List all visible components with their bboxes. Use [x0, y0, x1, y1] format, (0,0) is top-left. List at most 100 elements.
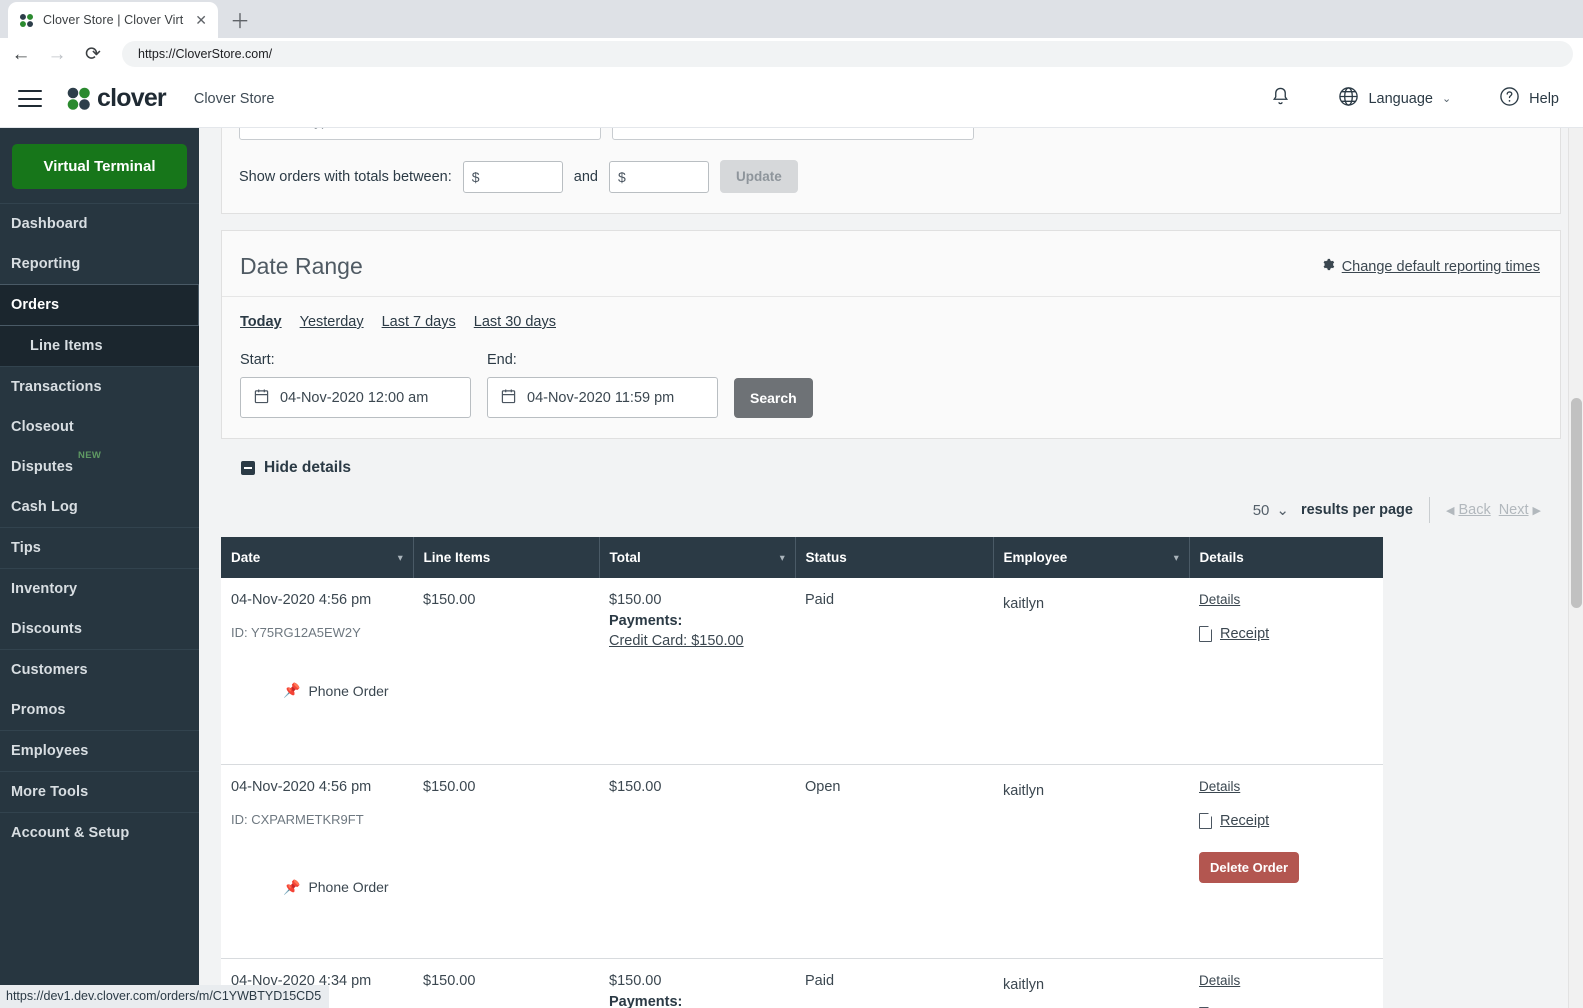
column-header-date[interactable]: Date ▾	[221, 537, 413, 578]
bell-icon	[1271, 86, 1290, 111]
payment-link[interactable]: Credit Card: $150.00	[609, 633, 785, 649]
sidebar: Virtual Terminal Dashboard Reporting Ord…	[0, 128, 199, 1008]
details-link[interactable]: Details	[1199, 592, 1373, 607]
change-reporting-times-link[interactable]: Change default reporting times	[1320, 257, 1540, 276]
sidebar-item-closeout[interactable]: Closeout	[0, 407, 199, 447]
forward-icon[interactable]: →	[46, 45, 68, 64]
sidebar-item-line-items[interactable]: Line Items	[0, 326, 199, 366]
max-total-input[interactable]: $	[609, 161, 709, 193]
column-header-total[interactable]: Total ▾	[599, 537, 795, 578]
sidebar-item-discounts[interactable]: Discounts	[0, 609, 199, 649]
sidebar-item-account-setup[interactable]: Account & Setup	[0, 813, 199, 853]
hide-details-toggle[interactable]: Hide details	[241, 459, 1561, 477]
date-inputs-row: 04-Nov-2020 12:00 am 04-Nov-2020 11:59 p…	[240, 377, 1542, 418]
sidebar-item-employees[interactable]: Employees	[0, 731, 199, 771]
help-button[interactable]: Help	[1475, 86, 1583, 111]
sidebar-nav-6: Employees	[0, 730, 199, 771]
details-link[interactable]: Details	[1199, 973, 1373, 988]
pagination-next[interactable]: Next	[1495, 502, 1533, 518]
help-circle-icon	[1499, 86, 1520, 111]
totals-filter-label: Show orders with totals between:	[239, 169, 452, 185]
column-header-status[interactable]: Status	[795, 537, 993, 578]
quick-range-today[interactable]: Today	[240, 314, 282, 330]
cell-line-items: $150.00	[413, 578, 599, 764]
start-date-value: 04-Nov-2020 12:00 am	[280, 390, 428, 406]
sidebar-item-inventory[interactable]: Inventory	[0, 569, 199, 609]
browser-tab[interactable]: Clover Store | Clover Virtual Te ✕	[8, 2, 218, 38]
update-button[interactable]: Update	[720, 160, 798, 193]
cell-employee: kaitlyn	[993, 578, 1189, 764]
device-select[interactable]: All Devices ⌄	[612, 128, 974, 140]
vertical-scrollbar[interactable]	[1568, 128, 1583, 1008]
language-selector[interactable]: Language ⌄	[1314, 86, 1475, 111]
new-tab-button[interactable]: ＋	[230, 12, 250, 32]
calendar-icon	[501, 388, 516, 408]
min-total-input[interactable]: $	[463, 161, 563, 193]
app-header: clover Clover Store Language ⌄	[0, 70, 1583, 128]
order-type-select[interactable]: All Order Types ⌄	[239, 128, 601, 140]
notifications-button[interactable]	[1247, 86, 1314, 111]
sidebar-item-tips[interactable]: Tips	[0, 528, 199, 568]
order-id: ID: Y75RG12A5EW2Y	[231, 625, 403, 640]
column-header-line-items[interactable]: Line Items	[413, 537, 599, 578]
results-per-page-label: results per page	[1301, 502, 1413, 518]
virtual-terminal-button[interactable]: Virtual Terminal	[12, 144, 187, 189]
globe-icon	[1338, 86, 1359, 111]
help-label: Help	[1529, 91, 1559, 107]
scrollbar-thumb[interactable]	[1571, 398, 1582, 608]
status-badge: Paid	[805, 592, 834, 608]
line-items-amount: $150.00	[423, 779, 475, 795]
reload-icon[interactable]: ⟳	[82, 45, 104, 64]
pagination-back[interactable]: Back	[1454, 502, 1494, 518]
start-end-labels: Start: End:	[240, 352, 1542, 368]
close-icon[interactable]: ✕	[192, 11, 210, 29]
sidebar-item-cash-log[interactable]: Cash Log	[0, 487, 199, 527]
chevron-down-icon: ⌄	[952, 128, 963, 130]
column-header-details[interactable]: Details	[1189, 537, 1383, 578]
date-range-card: Date Range Change default reporting time…	[221, 230, 1561, 439]
table-row[interactable]: 04-Nov-2020 4:56 pm ID: CXPARMETKR9FT 📌 …	[221, 764, 1383, 958]
table-row[interactable]: 04-Nov-2020 4:56 pm ID: Y75RG12A5EW2Y 📌 …	[221, 578, 1383, 764]
end-date-input[interactable]: 04-Nov-2020 11:59 pm	[487, 377, 718, 418]
sidebar-item-promos[interactable]: Promos	[0, 690, 199, 730]
search-button[interactable]: Search	[734, 378, 813, 418]
order-date: 04-Nov-2020 4:56 pm	[231, 779, 403, 795]
sidebar-nav-4: Inventory Discounts	[0, 568, 199, 649]
sidebar-item-orders[interactable]: Orders	[0, 284, 199, 326]
details-link[interactable]: Details	[1199, 779, 1373, 794]
cell-line-items: $150.00	[413, 764, 599, 958]
order-id: ID: CXPARMETKR9FT	[231, 812, 403, 827]
sort-caret-icon: ▾	[780, 552, 785, 563]
clover-logo[interactable]: clover	[66, 84, 166, 113]
sidebar-nav-2: Transactions Closeout DisputesNEW Cash L…	[0, 366, 199, 527]
sidebar-nav-8: Account & Setup	[0, 812, 199, 853]
sidebar-item-reporting[interactable]: Reporting	[0, 244, 199, 284]
receipt-link[interactable]: Receipt	[1199, 626, 1373, 642]
back-icon[interactable]: ←	[10, 45, 32, 64]
quick-range-last-30-days[interactable]: Last 30 days	[474, 314, 556, 330]
total-amount: $150.00	[609, 779, 785, 795]
receipt-link[interactable]: Receipt	[1199, 813, 1373, 829]
column-header-employee[interactable]: Employee ▾	[993, 537, 1189, 578]
sidebar-item-dashboard[interactable]: Dashboard	[0, 204, 199, 244]
sidebar-item-label: Disputes	[11, 459, 73, 475]
cell-date: 04-Nov-2020 4:56 pm ID: Y75RG12A5EW2Y 📌 …	[221, 578, 413, 764]
delete-order-button[interactable]: Delete Order	[1199, 852, 1299, 883]
header-actions: Language ⌄ Help	[1247, 70, 1583, 127]
quick-range-last-7-days[interactable]: Last 7 days	[382, 314, 456, 330]
sidebar-item-more-tools[interactable]: More Tools	[0, 772, 199, 812]
employee-name: kaitlyn	[1003, 977, 1044, 993]
sidebar-item-customers[interactable]: Customers	[0, 650, 199, 690]
menu-icon[interactable]	[18, 90, 42, 107]
quick-range-yesterday[interactable]: Yesterday	[300, 314, 364, 330]
address-bar[interactable]: https://CloverStore.com/	[122, 41, 1573, 67]
column-label: Total	[610, 550, 641, 565]
sidebar-item-transactions[interactable]: Transactions	[0, 367, 199, 407]
pin-icon: 📌	[283, 879, 300, 896]
table-row[interactable]: 04-Nov-2020 4:34 pm ID: KRMM8115PZSTM $1…	[221, 958, 1383, 1008]
employee-name: kaitlyn	[1003, 783, 1044, 799]
cell-date: 04-Nov-2020 4:56 pm ID: CXPARMETKR9FT 📌 …	[221, 764, 413, 958]
sidebar-item-disputes[interactable]: DisputesNEW	[0, 447, 199, 487]
start-date-input[interactable]: 04-Nov-2020 12:00 am	[240, 377, 471, 418]
results-per-page-select[interactable]: 50 ⌄	[1253, 501, 1289, 519]
